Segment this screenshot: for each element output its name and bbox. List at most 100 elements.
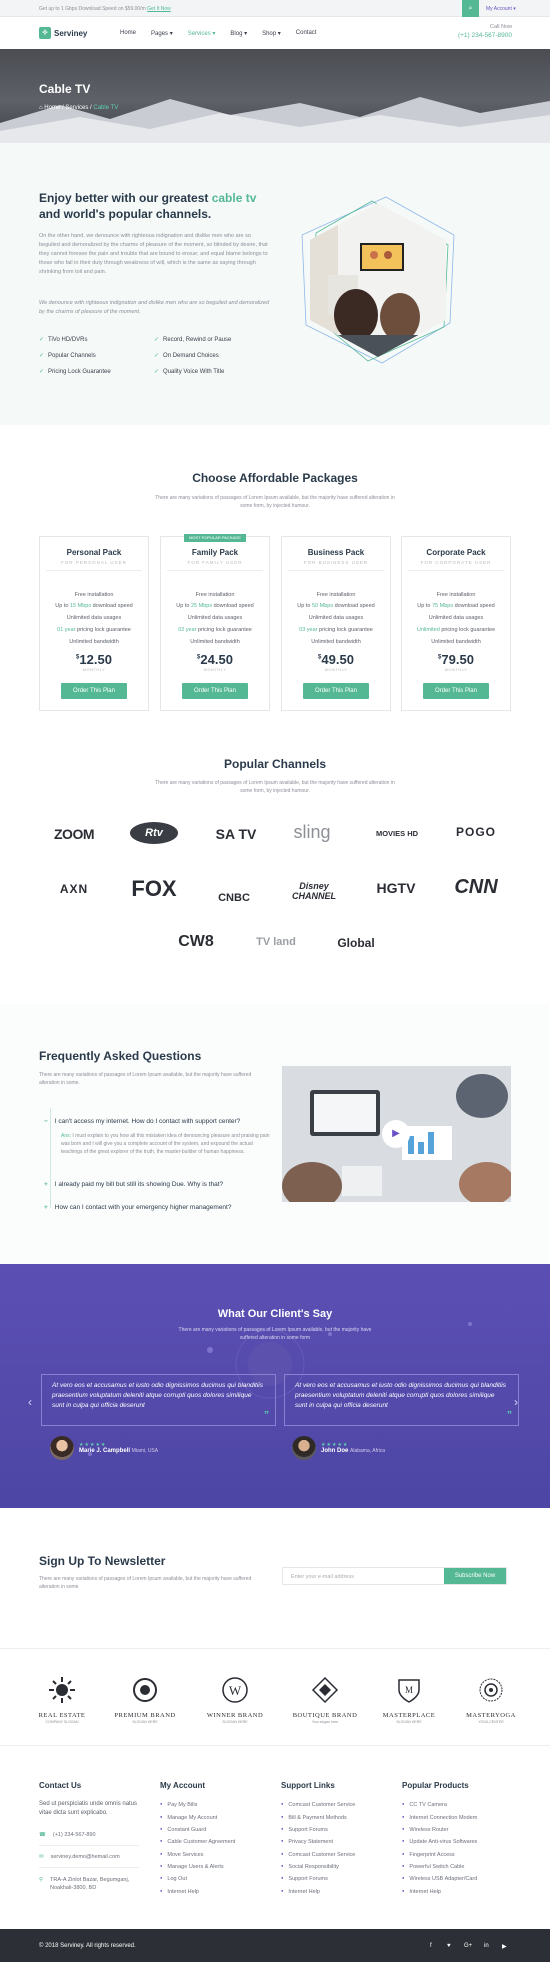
crumb-services[interactable]: Services — [65, 105, 88, 111]
footer-link[interactable]: Constant Guard — [160, 1826, 206, 1833]
channel-logo-fox: FOX — [131, 876, 177, 901]
footer-link[interactable]: Pay My Bills — [160, 1801, 197, 1808]
footer-link[interactable]: Internet Connection Modem — [402, 1814, 477, 1821]
faq-question[interactable]: + I already paid my bill but still its sh… — [44, 1181, 274, 1188]
svg-text:M: M — [405, 1685, 413, 1695]
footer-link[interactable]: Update Anti-virus Softwares — [402, 1838, 477, 1845]
order-plan-button[interactable]: Order This Plan — [61, 683, 127, 699]
promo-label: Get up to 1 Gbps Download Speed on $59.0… — [39, 6, 146, 12]
footer-link[interactable]: Internet Help — [281, 1888, 320, 1895]
plan-feature-text: download speed — [212, 603, 254, 609]
footer-link[interactable]: Bill & Payment Methods — [281, 1814, 346, 1821]
brand-name: WINNER BRAND — [206, 1712, 264, 1719]
footer-link[interactable]: Fingerprint Access — [402, 1851, 454, 1858]
brand-slogan: Your slogan here — [311, 1720, 339, 1724]
footer-link[interactable]: Support Forums — [281, 1875, 327, 1882]
phone-number[interactable]: (+1) 234-567-890 — [53, 1832, 96, 1838]
channel-logo-hgtv: HGTV — [376, 880, 416, 896]
nav-shop[interactable]: Shop ▾ — [262, 30, 281, 37]
faq-question[interactable]: − I can't access my internet. How do I co… — [44, 1118, 274, 1125]
wreath-emblem-icon — [133, 1678, 157, 1702]
linkedin-icon[interactable]: in — [484, 1943, 489, 1949]
footer-contact-text: Sed ut perspiciatis unde omnis natus vit… — [39, 1801, 138, 1816]
footer-link[interactable]: Comcast Customer Service — [281, 1801, 355, 1808]
footer-link[interactable]: Cable Customer Agreement — [160, 1838, 235, 1845]
crumb-home[interactable]: Home — [44, 105, 60, 111]
footer-link[interactable]: Internet Help — [160, 1888, 199, 1895]
play-icon[interactable]: ▶ — [382, 1120, 410, 1148]
call-number[interactable]: (+1) 234-567-8900 — [440, 32, 512, 39]
faq-question[interactable]: + How can I contact with your emergency h… — [44, 1204, 274, 1211]
faq-answer-text: I must explain to you how all this mista… — [61, 1133, 270, 1155]
author-info: ★★★★★ Marie J. Campbell Miami, USA — [79, 1442, 158, 1454]
footer-link[interactable]: Comcast Customer Service — [281, 1851, 355, 1858]
brand-logo[interactable]: ✧ Servineу — [39, 27, 87, 39]
plan-feature: Unlimited data usages — [187, 615, 243, 621]
channels-title: Popular Channels — [223, 757, 327, 771]
youtube-icon[interactable]: ▶ — [502, 1943, 507, 1950]
chevron-right-icon[interactable]: › — [514, 1395, 518, 1409]
plan-feature-text: Up to — [417, 603, 432, 609]
plan-period: MONTHLY — [324, 667, 348, 672]
my-account-menu[interactable]: My Account ▾ — [486, 6, 516, 12]
order-plan-button[interactable]: Order This Plan — [423, 683, 489, 699]
chevron-left-icon[interactable]: ‹ — [28, 1395, 32, 1409]
testimonial-author: ★★★★★ Marie J. Campbell Miami, USA — [50, 1436, 158, 1460]
footer-link[interactable]: Support Forums — [281, 1826, 327, 1833]
faq-video-thumbnail[interactable]: ▶ — [282, 1066, 511, 1202]
footer-link[interactable]: Social Responsibility — [281, 1863, 338, 1870]
footer-email: ✉ serviney.demo@hemail.com — [39, 1854, 120, 1860]
minus-icon: − — [44, 1118, 48, 1125]
footer-link[interactable]: Privacy Statement — [281, 1838, 333, 1845]
plan-price-value: 79.50 — [441, 652, 474, 667]
crumb-sep: / — [90, 105, 92, 111]
call-label: Call Now — [489, 24, 512, 30]
twitter-icon[interactable]: ♥ — [447, 1943, 451, 1949]
mail-icon: ✉ — [39, 1854, 44, 1860]
faq-title: Frequently Asked Questions — [39, 1049, 202, 1063]
footer-link[interactable]: Log Out — [160, 1875, 187, 1882]
footer-divider — [39, 1845, 139, 1846]
plan-feature: Unlimited bandwidth — [69, 639, 119, 645]
nav-contact[interactable]: Contact — [296, 30, 317, 37]
breadcrumb: ⌂ Home / Services / Cable TV — [39, 105, 118, 111]
plan-card-personal: Personal Pack FOR PERSONAL USER Free ins… — [39, 536, 149, 711]
order-plan-button[interactable]: Order This Plan — [303, 683, 369, 699]
search-icon[interactable]: ⌕ — [462, 0, 479, 17]
plan-feature-text: pricing lock guarantee — [317, 627, 373, 633]
plan-subtitle: FOR PERSONAL USER — [61, 560, 127, 565]
footer-link[interactable]: Internet Help — [402, 1888, 441, 1895]
partner-logo: MASTERYOGA YOGA CENTER — [456, 1676, 526, 1724]
avatar — [292, 1436, 316, 1460]
nav-pages[interactable]: Pages ▾ — [151, 30, 173, 37]
feature-item: On Demand Choices — [154, 352, 219, 359]
plan-lock: 02 year — [178, 627, 197, 633]
nav-home[interactable]: Home — [120, 30, 136, 37]
footer-link[interactable]: Manage My Account — [160, 1814, 217, 1821]
subscribe-button[interactable]: Subscribe Now — [444, 1568, 506, 1584]
footer-link[interactable]: CC TV Camera — [402, 1801, 447, 1808]
plan-card-corporate: Corporate Pack FOR CORPORATE USER Free i… — [401, 536, 511, 711]
page-hero: Cable TV ⌂ Home / Services / Cable TV — [0, 49, 550, 143]
plan-speed: 15 Mbps — [69, 603, 92, 609]
footer-link[interactable]: Wireless USB Adapter/Card — [402, 1875, 477, 1882]
plan-lock: 03 year — [299, 627, 318, 633]
footer-link[interactable]: Move Services — [160, 1851, 203, 1858]
footer-link[interactable]: Manage Users & Alerts — [160, 1863, 223, 1870]
order-plan-button[interactable]: Order This Plan — [182, 683, 248, 699]
plan-feature-text: pricing lock guarantee — [196, 627, 252, 633]
about-section — [0, 143, 550, 425]
brand-slogan: COMPANY SLOGAN — [45, 1720, 79, 1724]
plan-speed: 25 Mbps — [190, 603, 213, 609]
author-location: Alabama, Africa — [350, 1448, 386, 1454]
google-plus-icon[interactable]: G+ — [464, 1943, 472, 1949]
promo-link[interactable]: Get It Now — [147, 6, 171, 12]
nav-blog[interactable]: Blog ▾ — [230, 30, 247, 37]
footer-link[interactable]: Powerful Switch Cable — [402, 1863, 464, 1870]
facebook-icon[interactable]: f — [430, 1943, 432, 1949]
plan-name: Business Pack — [307, 548, 365, 557]
footer-link[interactable]: Wireless Router — [402, 1826, 448, 1833]
plan-lock: 01 year — [57, 627, 76, 633]
email-address[interactable]: serviney.demo@hemail.com — [51, 1854, 120, 1860]
nav-services[interactable]: Services ▾ — [188, 30, 216, 37]
